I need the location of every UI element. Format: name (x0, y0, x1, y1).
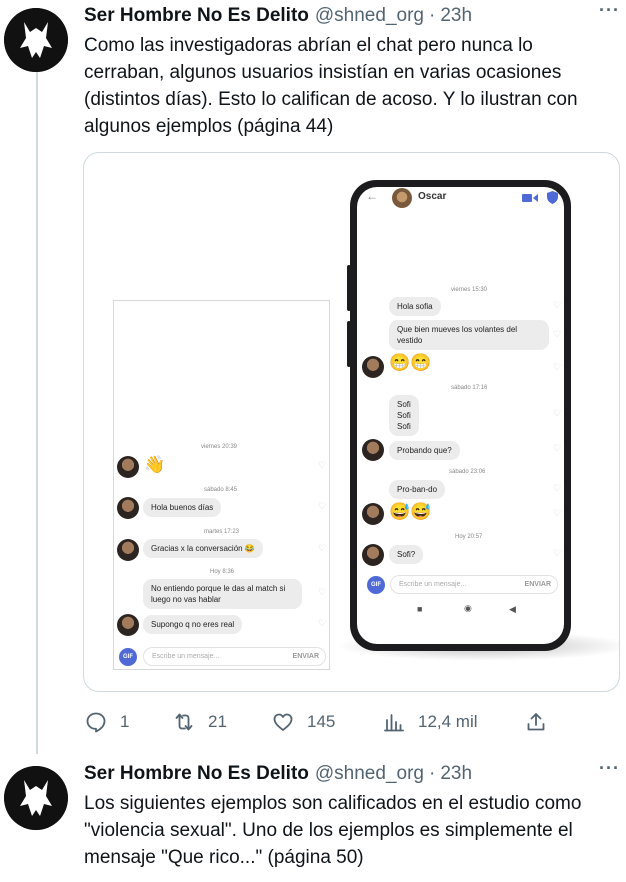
chat-timestamp: Hoy 8:36 (210, 569, 235, 575)
heart-icon: ♡ (318, 460, 327, 470)
tweet-header: Ser Hombre No Es Delito @shned_org · 23h (84, 4, 616, 28)
more-options-button[interactable]: ··· (599, 758, 620, 779)
separator: · (428, 763, 436, 784)
chat-timestamp: viernes 20:39 (201, 444, 238, 450)
gif-button: GIF (367, 576, 385, 594)
wolf-logo-icon (4, 8, 68, 72)
heart-icon (273, 713, 293, 731)
message-placeholder: Escribe un mensaje... (152, 653, 220, 660)
chat-message: Hola sofia (389, 297, 441, 316)
back-nav-icon: ◀ (509, 604, 516, 614)
heart-icon: ♡ (553, 483, 562, 493)
like-button[interactable]: 145 (271, 708, 335, 736)
chat-message: Sofi Sofi Sofi (389, 395, 419, 436)
separator: · (428, 5, 436, 26)
author-name[interactable]: Ser Hombre No Es Delito (84, 5, 309, 27)
tweet-text: Como las investigadoras abrían el chat p… (84, 35, 578, 137)
heart-icon: ♡ (318, 501, 327, 511)
send-button: ENVIAR (292, 653, 319, 660)
chat-avatar (117, 456, 139, 478)
recent-apps-icon: ■ (417, 604, 423, 614)
shield-icon (547, 191, 558, 204)
chat-avatar (362, 503, 384, 525)
tweet-header: Ser Hombre No Es Delito @shned_org · 23h (84, 762, 616, 786)
avatar[interactable] (4, 766, 68, 830)
author-handle[interactable]: @shned_org (315, 763, 424, 785)
message-placeholder: Escribe un mensaje... (399, 581, 467, 588)
message-input: Escribe un mensaje... ENVIAR (143, 647, 326, 666)
analytics-icon (384, 714, 404, 732)
chat-message: Que bien mueves los volantes del vestido (389, 320, 549, 350)
chat-emoji: 😁😁 (389, 353, 432, 372)
views-count: 12,4 mil (418, 712, 478, 731)
reply-button[interactable]: 1 (84, 708, 129, 736)
chat-avatar (117, 497, 139, 519)
home-icon: ◉ (464, 603, 472, 613)
chat-screenshot-left: viernes 20:39 👋 ♡ sábado 8:45 Hola bueno… (113, 300, 330, 670)
chat-message: Sofi? (389, 545, 424, 564)
heart-icon: ♡ (318, 618, 327, 628)
timestamp[interactable]: 23h (440, 5, 472, 27)
tweet-text: Los siguientes ejemplos son calificados … (84, 793, 582, 868)
chat-avatar (117, 539, 139, 561)
phone-chat-header: ← Oscar (357, 187, 564, 209)
author-handle[interactable]: @shned_org (315, 5, 424, 27)
chat-message: Gracias x la conversación 😂 (143, 539, 263, 558)
chat-message: Probando que? (389, 441, 460, 460)
contact-name: Oscar (418, 191, 447, 202)
chat-avatar (362, 356, 384, 378)
chat-message: Hola buenos días (143, 498, 222, 517)
more-options-button[interactable]: ··· (599, 0, 620, 21)
phone-screen: ← Oscar viernes 15:30 Hola sofia ♡ Que b… (357, 187, 564, 644)
back-arrow-icon: ← (366, 189, 378, 203)
chat-avatar (362, 439, 384, 461)
heart-icon: ♡ (553, 300, 562, 310)
chat-message: No entiendo porque le das al match si lu… (143, 579, 302, 609)
author-name[interactable]: Ser Hombre No Es Delito (84, 763, 309, 785)
heart-icon: ♡ (553, 408, 562, 418)
contact-avatar (392, 188, 412, 208)
like-count: 145 (307, 712, 336, 731)
chat-timestamp: viernes 15:30 (451, 287, 488, 293)
message-input: Escribe un mensaje... ENVIAR (390, 575, 558, 594)
views-button[interactable]: 12,4 mil (382, 708, 478, 736)
heart-icon: ♡ (553, 548, 562, 558)
send-button: ENVIAR (524, 581, 551, 588)
thread-connector-line (36, 64, 38, 754)
heart-icon: ♡ (318, 587, 327, 597)
avatar[interactable] (4, 8, 68, 72)
heart-icon: ♡ (553, 329, 562, 339)
chat-message: Pro-ban-do (389, 480, 446, 499)
share-icon (527, 713, 545, 731)
chat-avatar (117, 614, 139, 636)
retweet-icon (175, 713, 193, 731)
video-camera-icon (522, 194, 538, 202)
heart-icon: ♡ (318, 543, 327, 553)
wolf-logo-icon (4, 766, 68, 830)
chat-timestamp: Hoy 20:57 (455, 534, 483, 540)
gif-button: GIF (119, 648, 137, 666)
chat-timestamp: martes 17:23 (204, 529, 240, 535)
tweet-actions: 1 21 145 12,4 mil (84, 708, 554, 736)
chat-timestamp: sábado 23:06 (449, 469, 486, 475)
reply-count: 1 (120, 712, 130, 731)
retweet-count: 21 (208, 712, 227, 731)
chat-emoji: 👋 (144, 455, 166, 474)
retweet-button[interactable]: 21 (172, 708, 227, 736)
heart-icon: ♡ (553, 508, 562, 518)
reply-icon (86, 712, 106, 733)
timestamp[interactable]: 23h (440, 763, 472, 785)
chat-timestamp: sábado 17:16 (451, 385, 488, 391)
heart-icon: ♡ (553, 443, 562, 453)
chat-message: Supongo q no eres real (143, 615, 243, 634)
tweet-media-image[interactable]: viernes 20:39 👋 ♡ sábado 8:45 Hola bueno… (83, 152, 620, 692)
chat-timestamp: sábado 8:45 (204, 487, 238, 493)
chat-emoji: 😅😅 (389, 502, 432, 521)
chat-avatar (362, 544, 384, 566)
share-button[interactable] (524, 708, 560, 736)
heart-icon: ♡ (553, 362, 562, 372)
